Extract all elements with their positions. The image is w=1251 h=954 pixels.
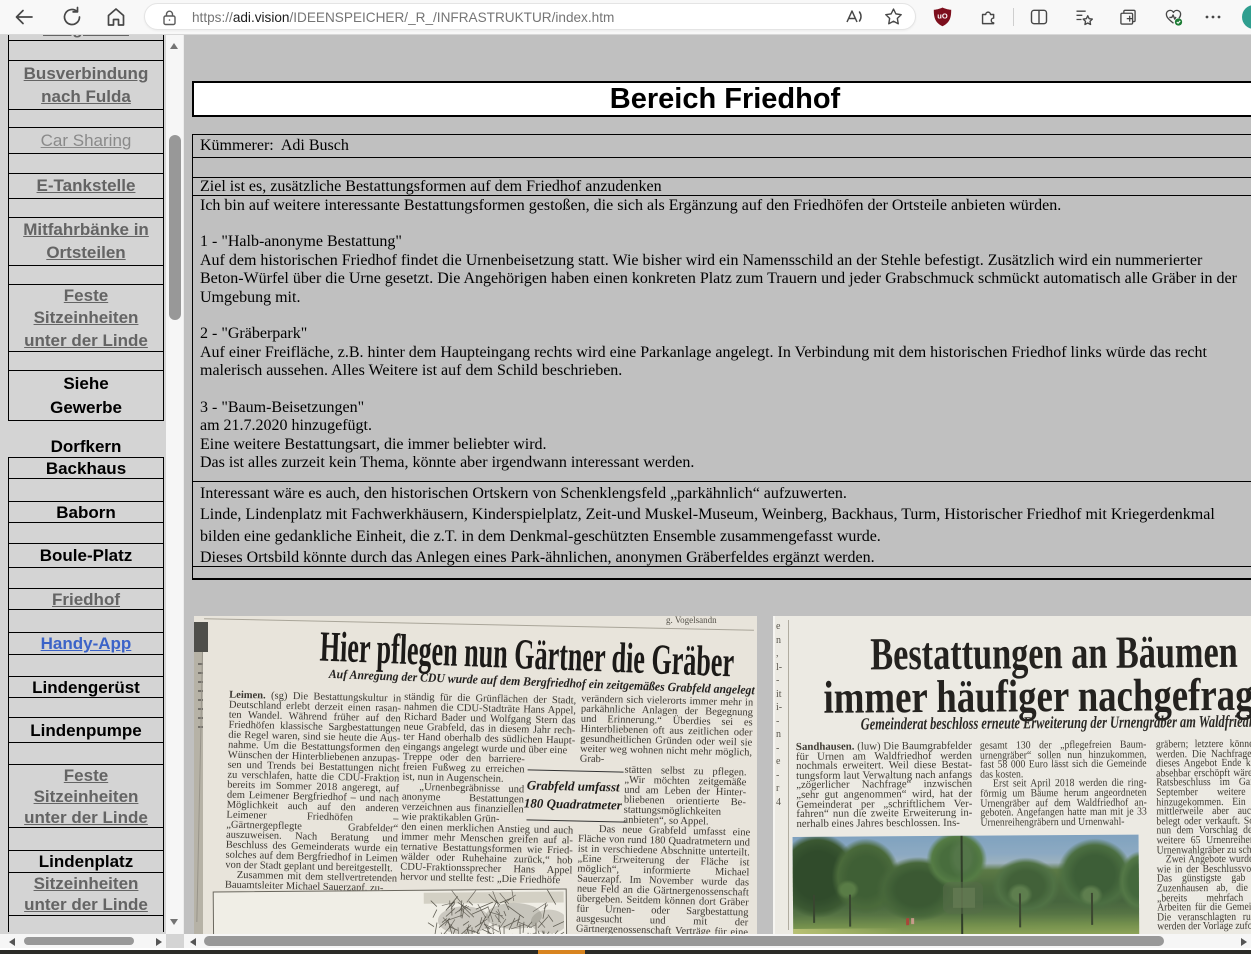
svg-text:uO: uO: [937, 12, 948, 21]
